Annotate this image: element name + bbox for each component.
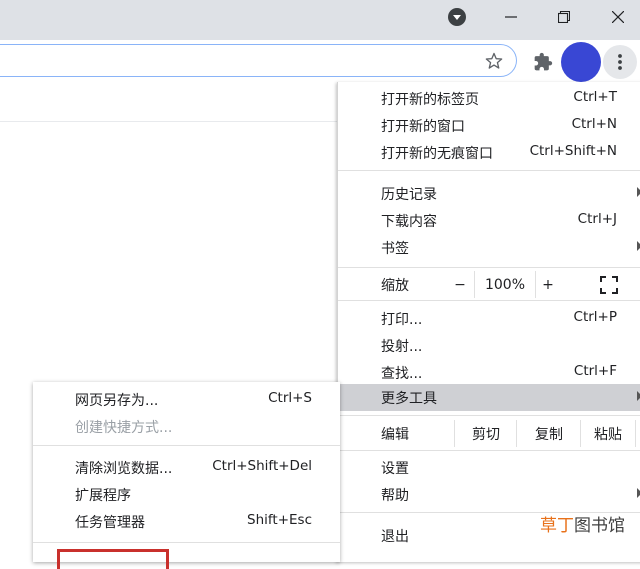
minimize-button[interactable] (485, 0, 537, 34)
close-window-button[interactable] (592, 0, 640, 34)
menu-item-label: 打开新的无痕窗口 (381, 146, 493, 162)
tab-search-icon (448, 8, 466, 26)
minimize-icon (505, 16, 517, 18)
submenu-separator (33, 445, 340, 446)
more-tools-submenu: 网页另存为... Ctrl+S 创建快捷方式... 清除浏览数据... Ctrl… (33, 382, 340, 569)
menu-item-print[interactable]: 打印... Ctrl+P (338, 305, 640, 332)
watermark-part2: 图书馆 (574, 516, 625, 536)
more-vert-icon (618, 54, 622, 70)
menu-item-new-tab[interactable]: 打开新的标签页 Ctrl+T (338, 85, 640, 112)
submenu-item-extensions[interactable]: 扩展程序 (33, 481, 340, 508)
watermark-part1: 草丁 (540, 516, 574, 536)
submenu-item-save-page[interactable]: 网页另存为... Ctrl+S (33, 386, 340, 413)
menu-item-label: 下载内容 (381, 214, 437, 230)
menu-item-shortcut: Ctrl+J (577, 211, 617, 227)
menu-item-new-window[interactable]: 打开新的窗口 Ctrl+N (338, 112, 640, 139)
menu-item-settings[interactable]: 设置 (338, 454, 640, 481)
zoom-level: 100% (474, 271, 536, 298)
extensions-button[interactable] (530, 49, 556, 75)
menu-item-downloads[interactable]: 下载内容 Ctrl+J (338, 207, 640, 234)
address-bar[interactable] (0, 44, 517, 77)
profile-avatar[interactable] (561, 42, 601, 82)
menu-item-label: 退出 (381, 529, 409, 545)
menu-item-shortcut: Ctrl+N (571, 116, 617, 132)
menu-item-label: 帮助 (381, 488, 409, 504)
menu-item-incognito[interactable]: 打开新的无痕窗口 Ctrl+Shift+N (338, 139, 640, 166)
menu-item-label: 设置 (381, 461, 409, 477)
title-bar (0, 0, 640, 40)
chrome-main-menu: 打开新的标签页 Ctrl+T 打开新的窗口 Ctrl+N 打开新的无痕窗口 Ct… (337, 82, 640, 562)
submenu-item-label: 清除浏览数据... (75, 461, 173, 477)
menu-separator (338, 170, 640, 171)
star-icon (485, 52, 503, 69)
submenu-separator (33, 542, 340, 543)
fullscreen-icon (600, 276, 618, 294)
menu-item-find[interactable]: 查找... Ctrl+F (338, 359, 640, 386)
menu-item-label: 书签 (381, 241, 409, 257)
menu-item-label: 历史记录 (381, 187, 437, 203)
extensions-icon (534, 52, 553, 71)
menu-item-label: 打印... (381, 312, 423, 328)
menu-item-label: 更多工具 (381, 391, 437, 407)
menu-item-label: 打开新的窗口 (381, 119, 465, 135)
menu-item-cast[interactable]: 投射... (338, 332, 640, 359)
menu-item-shortcut: Ctrl+P (573, 309, 617, 325)
menu-item-label: 投射... (381, 339, 423, 355)
menu-item-history[interactable]: 历史记录 (338, 180, 640, 207)
cut-button[interactable]: 剪切 (454, 420, 517, 447)
menu-item-bookmarks[interactable]: 书签 (338, 234, 640, 261)
menu-item-help[interactable]: 帮助 (338, 481, 640, 508)
menu-item-label: 查找... (381, 366, 423, 382)
submenu-item-create-shortcut: 创建快捷方式... (33, 413, 340, 440)
paste-button[interactable]: 粘贴 (580, 420, 636, 447)
close-icon (612, 11, 624, 23)
page-divider (0, 121, 340, 122)
edit-label: 编辑 (381, 427, 409, 443)
submenu-item-clear-data[interactable]: 清除浏览数据... Ctrl+Shift+Del (33, 454, 340, 481)
copy-button[interactable]: 复制 (516, 420, 581, 447)
highlight-annotation-box (57, 549, 169, 569)
fullscreen-button[interactable] (600, 276, 618, 294)
submenu-item-task-manager[interactable]: 任务管理器 Shift+Esc (33, 508, 340, 535)
zoom-out-button[interactable]: − (446, 271, 474, 298)
menu-separator (338, 267, 640, 268)
menu-separator (338, 300, 640, 301)
menu-separator (338, 450, 640, 451)
menu-edit-row: 编辑 剪切 复制 粘贴 (338, 420, 640, 447)
more-menu-button[interactable] (603, 45, 637, 79)
submenu-item-shortcut: Ctrl+S (268, 390, 312, 406)
submenu-item-label: 任务管理器 (75, 515, 145, 531)
submenu-item-label: 扩展程序 (75, 488, 131, 504)
menu-separator (338, 415, 640, 416)
menu-zoom-row: 缩放 − 100% + (338, 271, 640, 298)
zoom-label: 缩放 (381, 278, 409, 294)
zoom-in-button[interactable]: + (534, 271, 562, 298)
tab-search-button[interactable] (431, 0, 483, 34)
restore-button[interactable] (538, 0, 590, 34)
menu-item-shortcut: Ctrl+Shift+N (529, 143, 617, 159)
menu-item-shortcut: Ctrl+T (573, 89, 617, 105)
submenu-item-shortcut: Ctrl+Shift+Del (212, 458, 312, 474)
submenu-item-label: 创建快捷方式... (75, 420, 173, 436)
submenu-item-shortcut: Shift+Esc (247, 512, 312, 528)
submenu-item-label: 网页另存为... (75, 393, 159, 409)
bookmark-star-button[interactable] (484, 51, 506, 73)
watermark: 草丁图书馆 (540, 511, 625, 536)
browser-toolbar (0, 40, 640, 83)
menu-item-more-tools[interactable]: 更多工具 (338, 384, 640, 411)
menu-item-shortcut: Ctrl+F (573, 363, 617, 379)
restore-icon (558, 11, 570, 23)
menu-item-label: 打开新的标签页 (381, 92, 479, 108)
